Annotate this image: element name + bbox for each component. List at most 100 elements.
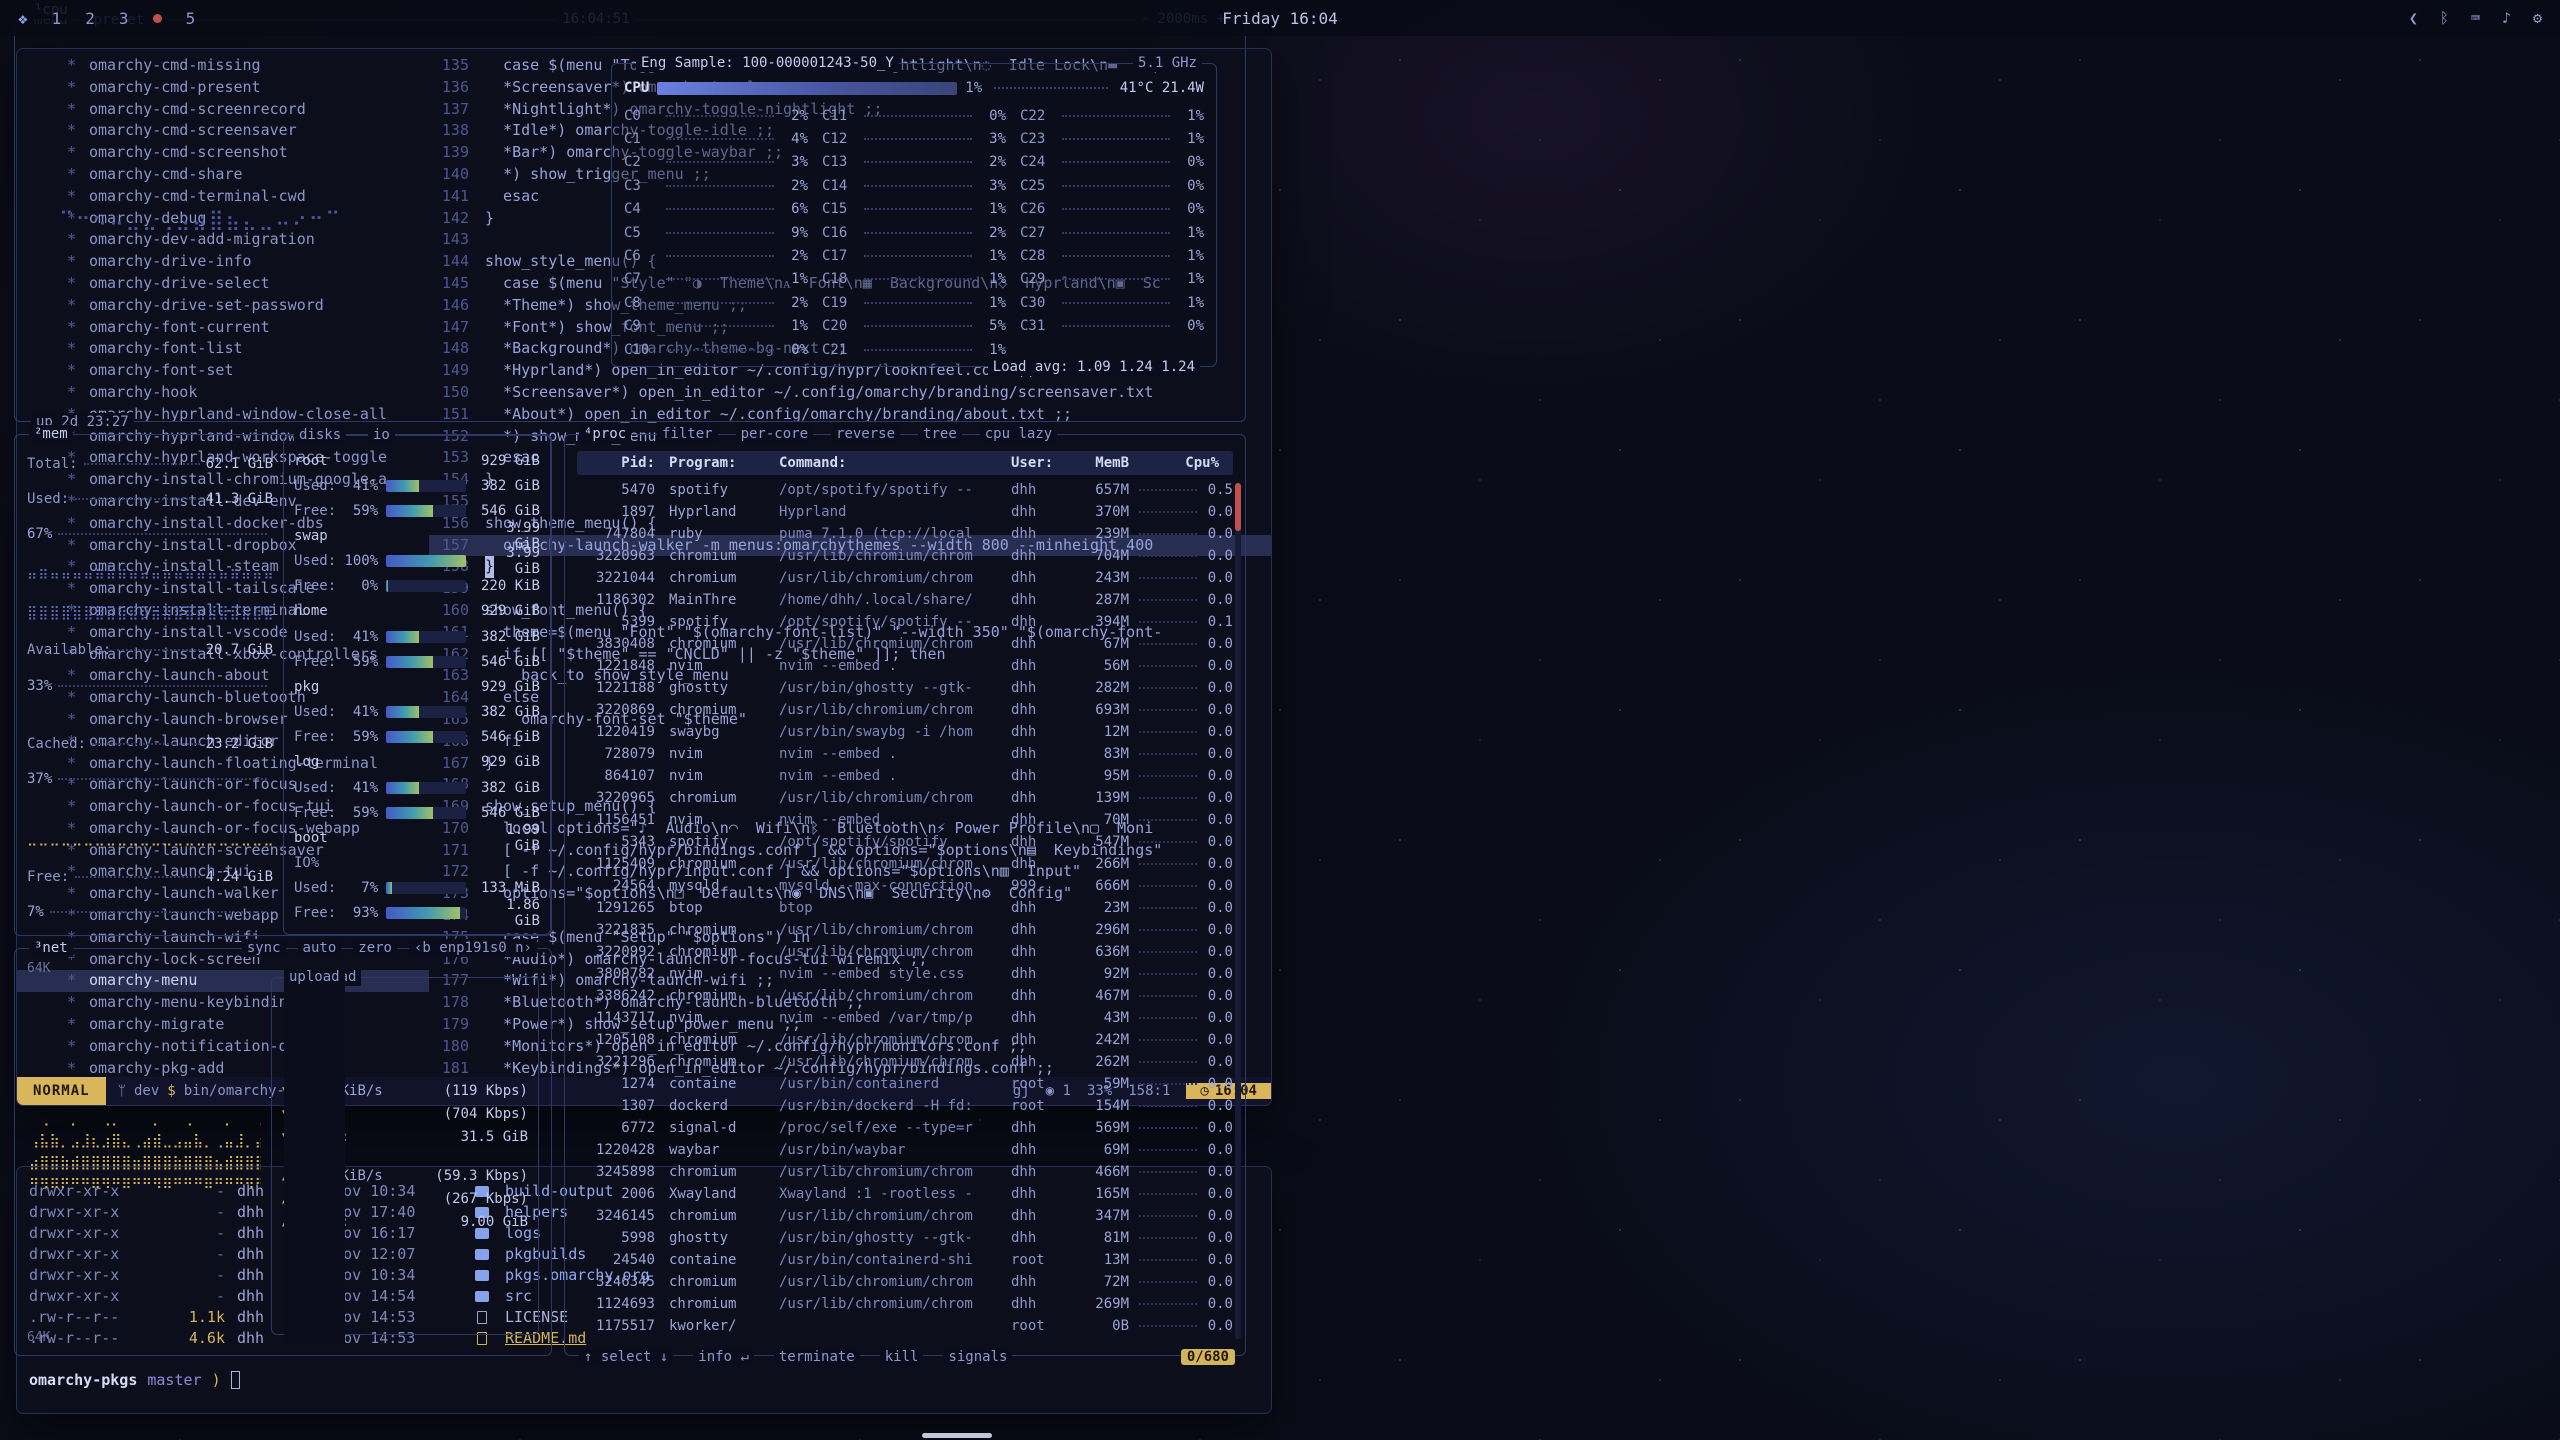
- kill-button[interactable]: kill: [880, 1349, 924, 1365]
- process-user: dhh: [1011, 1120, 1065, 1136]
- header-memory[interactable]: MemB: [1069, 455, 1129, 471]
- process-row[interactable]: 6772 signal-d /proc/self/exe --type=r dh…: [577, 1117, 1233, 1139]
- process-row[interactable]: 1307 dockerd /usr/bin/dockerd -H fd: roo…: [577, 1095, 1233, 1117]
- process-row[interactable]: 3246345 chromium /usr/lib/chromium/chrom…: [577, 1271, 1233, 1293]
- process-memory: 370M: [1069, 504, 1129, 520]
- process-table-header[interactable]: Pid: Program: Command: User: MemB Cpu%: [577, 451, 1233, 475]
- process-cpu: 0.0: [1203, 944, 1233, 960]
- workspace-indicator-dot[interactable]: [153, 14, 162, 23]
- workspace-button[interactable]: 2: [85, 9, 95, 28]
- proc-option[interactable]: tree: [918, 425, 962, 443]
- net-option[interactable]: sync: [242, 939, 286, 957]
- shell-prompt[interactable]: omarchy-pkgs master ): [17, 1371, 1271, 1389]
- net-option[interactable]: ‹b enp191s0 n›: [409, 939, 537, 957]
- process-row[interactable]: 747804 ruby puma 7.1.0 (tcp://local dhh …: [577, 523, 1233, 545]
- process-row[interactable]: 1220428 waybar /usr/bin/waybar dhh 69M 0…: [577, 1139, 1233, 1161]
- tab-proc[interactable]: ⁴proc: [579, 425, 631, 443]
- process-row[interactable]: 2006 Xwayland Xwayland :1 -rootless - dh…: [577, 1183, 1233, 1205]
- process-row[interactable]: 5470 spotify /opt/spotify/spotify -- dhh…: [577, 479, 1233, 501]
- process-row[interactable]: 1274 containe /usr/bin/containerd root 5…: [577, 1073, 1233, 1095]
- tab-net[interactable]: ³net: [29, 939, 73, 957]
- process-row[interactable]: 3221835 chromium /usr/lib/chromium/chrom…: [577, 919, 1233, 941]
- process-row[interactable]: 3220992 chromium /usr/lib/chromium/chrom…: [577, 941, 1233, 963]
- process-pid: 1221188: [577, 680, 665, 696]
- disks-label[interactable]: disks: [294, 426, 346, 444]
- volume-icon[interactable]: ♪: [2502, 9, 2511, 27]
- net-option[interactable]: auto: [298, 939, 342, 957]
- dock-hint[interactable]: [922, 1433, 992, 1438]
- process-cpu: 0.0: [1203, 1274, 1233, 1290]
- process-cpu: 0.0: [1203, 658, 1233, 674]
- process-row[interactable]: 3809782 nvim nvim --embed style.css dhh …: [577, 963, 1233, 985]
- process-row[interactable]: 1221188 ghostty /usr/bin/ghostty --gtk- …: [577, 677, 1233, 699]
- process-row[interactable]: 1205108 chromium /usr/lib/chromium/chrom…: [577, 1029, 1233, 1051]
- process-row[interactable]: 1220419 swaybg /usr/bin/swaybg -i /hom d…: [577, 721, 1233, 743]
- core-id: C27: [1020, 225, 1058, 241]
- process-row[interactable]: 3221044 chromium /usr/lib/chromium/chrom…: [577, 567, 1233, 589]
- process-row[interactable]: 1143717 nvim nvim --embed /var/tmp/p dhh…: [577, 1007, 1233, 1029]
- process-row[interactable]: 5399 spotify /opt/spotify/spotify -- dhh…: [577, 611, 1233, 633]
- process-row[interactable]: 3246145 chromium /usr/lib/chromium/chrom…: [577, 1205, 1233, 1227]
- proc-option[interactable]: per-core: [736, 425, 813, 443]
- process-row[interactable]: 3386242 chromium /usr/lib/chromium/chrom…: [577, 985, 1233, 1007]
- memory-label: Available:: [27, 642, 111, 658]
- io-label[interactable]: io: [368, 426, 395, 444]
- disk-percent: 59%: [338, 729, 378, 745]
- process-row[interactable]: 864107 nvim nvim --embed . dhh 95M 0.0: [577, 765, 1233, 787]
- proc-option[interactable]: reverse: [831, 425, 900, 443]
- process-row[interactable]: 1124693 chromium /usr/lib/chromium/chrom…: [577, 1293, 1233, 1315]
- process-row[interactable]: 1291265 btop btop dhh 23M 0.0: [577, 897, 1233, 919]
- process-pid: 3246345: [577, 1274, 665, 1290]
- keyboard-icon[interactable]: ⌨: [2471, 9, 2480, 27]
- process-row[interactable]: 728079 nvim nvim --embed . dhh 83M 0.0: [577, 743, 1233, 765]
- core-row: C3 2%: [624, 174, 808, 197]
- proc-option[interactable]: cpu lazy: [980, 425, 1057, 443]
- header-pid[interactable]: Pid:: [577, 455, 665, 471]
- terminate-button[interactable]: terminate: [774, 1349, 860, 1365]
- header-user[interactable]: User:: [1011, 455, 1065, 471]
- cpu-model-label: Eng Sample: 100-000001243-50_Y: [636, 54, 899, 72]
- workspace-button[interactable]: 3: [119, 9, 129, 28]
- process-row[interactable]: 3220869 chromium /usr/lib/chromium/chrom…: [577, 699, 1233, 721]
- header-cpu[interactable]: Cpu%: [1133, 455, 1233, 471]
- tab-mem[interactable]: ²mem: [29, 425, 73, 443]
- net-option[interactable]: zero: [353, 939, 397, 957]
- process-row[interactable]: 3220963 chromium /usr/lib/chromium/chrom…: [577, 545, 1233, 567]
- header-program[interactable]: Program:: [669, 455, 775, 471]
- process-row[interactable]: 3830408 chromium /usr/lib/chromium/chrom…: [577, 633, 1233, 655]
- process-row[interactable]: 5998 ghostty /usr/bin/ghostty --gtk- dhh…: [577, 1227, 1233, 1249]
- process-row[interactable]: 3221296 chromium /usr/lib/chromium/chrom…: [577, 1051, 1233, 1073]
- process-row[interactable]: 3220965 chromium /usr/lib/chromium/chrom…: [577, 787, 1233, 809]
- process-program: MainThre: [669, 592, 775, 608]
- settings-icon[interactable]: ⚙: [2533, 9, 2542, 27]
- core-percent: 0%: [778, 342, 808, 358]
- process-memory: 296M: [1069, 922, 1129, 938]
- signals-button[interactable]: signals: [943, 1349, 1012, 1365]
- process-row[interactable]: 1897 Hyprland Hyprland dhh 370M 0.0: [577, 501, 1233, 523]
- process-row[interactable]: 5343 spotify /opt/spotify/spotify dhh 54…: [577, 831, 1233, 853]
- process-row[interactable]: 1156451 nvim nvim --embed . dhh 70M 0.0: [577, 809, 1233, 831]
- header-command[interactable]: Command:: [779, 455, 1007, 471]
- process-pid: 3220965: [577, 790, 665, 806]
- process-row[interactable]: 1125409 chromium /usr/lib/chromium/chrom…: [577, 853, 1233, 875]
- process-scrollbar-thumb[interactable]: [1235, 483, 1241, 531]
- workspace-button[interactable]: 1: [52, 9, 62, 28]
- disk-row: root 929 GiB: [294, 450, 540, 471]
- process-pid: 5998: [577, 1230, 665, 1246]
- process-row[interactable]: 1186302 MainThre /home/dhh/.local/share/…: [577, 589, 1233, 611]
- bluetooth-icon[interactable]: ᛒ: [2440, 9, 2449, 27]
- process-row[interactable]: 1221848 nvim nvim --embed . dhh 56M 0.0: [577, 655, 1233, 677]
- process-row[interactable]: 1175517 kworker/ root 0B 0.0: [577, 1315, 1233, 1337]
- process-cpu: 0.0: [1203, 746, 1233, 762]
- process-scrollbar[interactable]: [1235, 483, 1241, 1339]
- arrow-left-icon[interactable]: ❮: [2409, 9, 2418, 27]
- process-cpu: 0.1: [1203, 614, 1233, 630]
- process-row[interactable]: 3245898 chromium /usr/lib/chromium/chrom…: [577, 1161, 1233, 1183]
- info-button[interactable]: info ↵: [693, 1349, 754, 1365]
- process-row[interactable]: 24540 containe /usr/bin/containerd-shi r…: [577, 1249, 1233, 1271]
- workspace-button-5[interactable]: 5: [186, 9, 196, 28]
- proc-option[interactable]: filter: [657, 425, 718, 443]
- process-row[interactable]: 24564 mysqld mysqld --max-connection 999…: [577, 875, 1233, 897]
- select-hint[interactable]: ↑ select ↓: [579, 1349, 673, 1365]
- proc-options: filter per-core reverse tree cpu lazy: [657, 425, 1057, 443]
